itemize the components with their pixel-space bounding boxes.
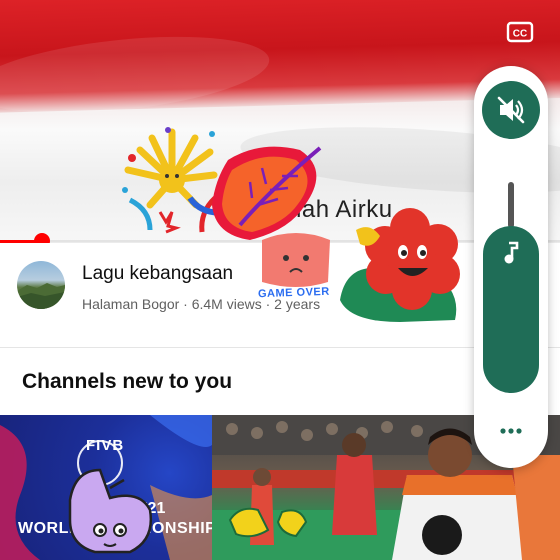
- video-caption: nah Airku: [288, 196, 393, 223]
- fivb-logo-text: FIVB: [86, 437, 125, 454]
- volume-off-icon: [482, 96, 540, 143]
- channel-avatar[interactable]: [17, 261, 65, 309]
- championship-line1: U21: [136, 500, 166, 517]
- music-note-icon: [500, 240, 522, 271]
- mute-button[interactable]: [482, 81, 540, 139]
- volume-slider-fill[interactable]: [483, 226, 539, 393]
- section-title: Channels new to you: [22, 370, 233, 393]
- cc-icon[interactable]: CC: [506, 21, 534, 43]
- game-over-sticker-text: GAME OVER: [257, 285, 330, 301]
- more-horizontal-icon[interactable]: [496, 421, 526, 441]
- video-title[interactable]: Lagu kebangsaan: [82, 263, 233, 285]
- championship-line2: WORLD CHAMPIONSHIP: [18, 520, 217, 537]
- volume-slider-track[interactable]: [508, 182, 514, 228]
- svg-text:CC: CC: [513, 29, 527, 40]
